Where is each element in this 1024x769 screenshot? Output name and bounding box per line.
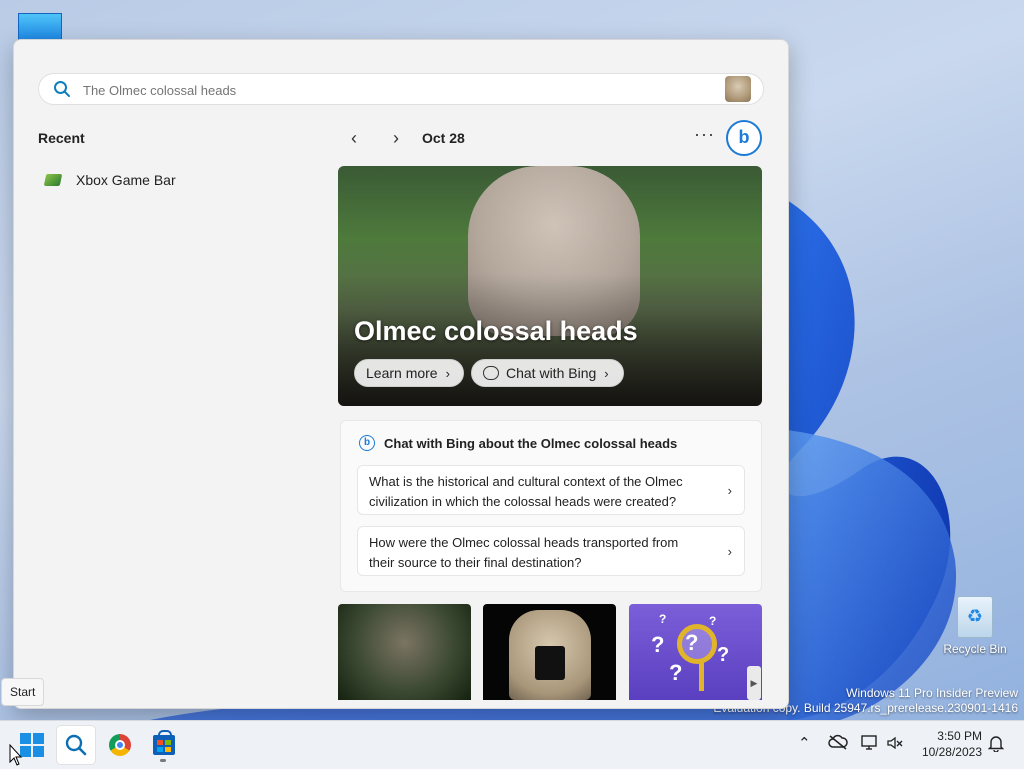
cloud-off-icon — [828, 734, 848, 750]
triangle-right-icon: ▶ — [750, 678, 758, 688]
speaker-muted-icon — [887, 736, 903, 750]
taskbar-clock[interactable]: 3:50 PM 10/28/2023 — [910, 728, 982, 760]
bing-icon: b — [359, 435, 375, 451]
suggested-question-text: How were the Olmec colossal heads transp… — [369, 535, 679, 570]
next-day-button[interactable]: › — [384, 128, 408, 150]
chrome-icon — [109, 734, 131, 756]
taskbar-search-button[interactable] — [56, 725, 96, 765]
network-icon — [861, 735, 877, 750]
chevron-right-icon: › — [393, 128, 399, 148]
windows-icon — [20, 733, 44, 757]
recent-item-label: Xbox Game Bar — [76, 172, 176, 188]
chevron-right-icon: › — [604, 365, 609, 381]
learn-more-label: Learn more — [366, 365, 438, 381]
search-icon — [54, 81, 70, 97]
hero-title: Olmec colossal heads — [354, 316, 638, 346]
search-input[interactable] — [81, 78, 705, 102]
clock-date: 10/28/2023 — [921, 745, 982, 759]
search-highlight-date: Oct 28 — [422, 130, 465, 146]
mouse-cursor-icon — [9, 744, 23, 766]
chrome-taskbar-button[interactable] — [100, 725, 140, 765]
notifications-button[interactable] — [987, 734, 1005, 756]
show-hidden-icons-button[interactable]: ⌃ — [798, 734, 811, 752]
chevron-right-icon: › — [727, 483, 732, 498]
clock-time: 3:50 PM — [937, 729, 982, 743]
chevron-up-icon: ⌃ — [798, 735, 811, 752]
start-search-panel: Recent Xbox Game Bar ‹ › Oct 28 ··· b Ol… — [13, 39, 789, 709]
recent-item-xbox-game-bar[interactable]: Xbox Game Bar — [44, 167, 304, 193]
search-highlight-avatar[interactable] — [725, 76, 751, 102]
chat-with-bing-button[interactable]: Chat with Bing › — [471, 359, 624, 387]
chat-bubble-icon — [483, 366, 499, 380]
recycle-bin-label: Recycle Bin — [943, 642, 1007, 656]
chat-with-bing-card: b Chat with Bing about the Olmec colossa… — [340, 420, 762, 592]
xbox-game-bar-icon — [44, 171, 62, 189]
desktop-icon[interactable] — [18, 13, 62, 41]
previous-day-button[interactable]: ‹ — [342, 128, 366, 150]
chat-card-heading: b Chat with Bing about the Olmec colossa… — [359, 435, 677, 451]
search-box[interactable] — [38, 73, 764, 105]
chat-with-bing-label: Chat with Bing — [506, 365, 597, 381]
onedrive-tray-button[interactable] — [828, 734, 848, 754]
recycle-bin-shortcut[interactable]: ♻ Recycle Bin — [940, 596, 1010, 656]
stone-carving-image — [509, 610, 591, 700]
search-icon — [65, 734, 87, 756]
start-tooltip: Start — [1, 678, 45, 706]
store-icon — [153, 730, 175, 755]
thumbnail-question-marks[interactable]: ? ? ? ? ? ? — [629, 604, 762, 700]
chevron-right-icon: › — [445, 365, 450, 381]
chevron-right-icon: › — [727, 544, 732, 559]
chat-card-heading-text: Chat with Bing about the Olmec colossal … — [384, 435, 678, 451]
learn-more-button[interactable]: Learn more › — [354, 359, 464, 387]
more-options-button[interactable]: ··· — [694, 124, 715, 145]
network-tray-button[interactable] — [860, 734, 880, 756]
hero-card[interactable]: Olmec colossal heads Learn more › Chat w… — [338, 166, 762, 406]
suggested-question-text: What is the historical and cultural cont… — [369, 474, 683, 509]
recycle-bin-icon: ♻ — [957, 596, 993, 638]
bell-icon — [987, 736, 1005, 753]
chevron-left-icon: ‹ — [351, 128, 357, 148]
scroll-right-button[interactable]: ▶ — [747, 666, 761, 700]
suggested-question[interactable]: What is the historical and cultural cont… — [357, 465, 745, 515]
suggested-question[interactable]: How were the Olmec colossal heads transp… — [357, 526, 745, 576]
running-indicator — [160, 759, 166, 762]
recent-heading: Recent — [38, 130, 85, 146]
thumbnail-olmec-head[interactable] — [338, 604, 471, 700]
thumbnail-stone-carving[interactable] — [483, 604, 616, 700]
bing-icon[interactable]: b — [726, 120, 762, 156]
volume-tray-button[interactable] — [886, 734, 904, 756]
